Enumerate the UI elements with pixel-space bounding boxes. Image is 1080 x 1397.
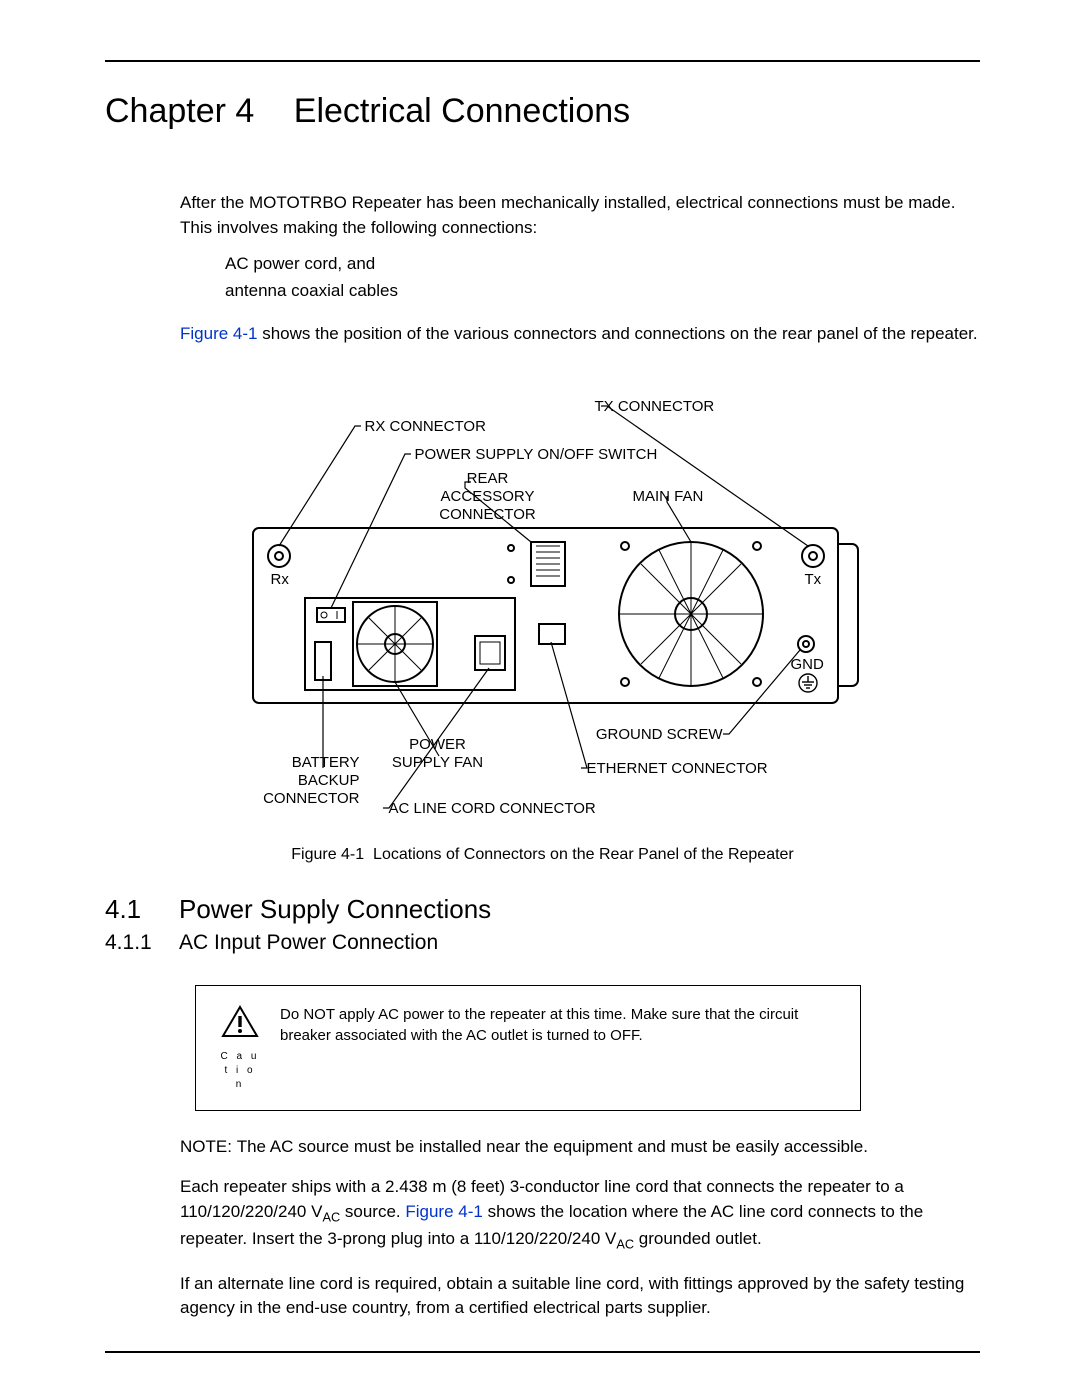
label-tx-connector: TX CONNECTOR bbox=[595, 398, 715, 416]
top-rule bbox=[105, 60, 980, 62]
caution-box: C a u t i o n Do NOT apply AC power to t… bbox=[195, 985, 861, 1111]
bottom-rule bbox=[105, 1351, 980, 1353]
intro-list: AC power cord, and antenna coaxial cable… bbox=[225, 252, 980, 303]
list-item: antenna coaxial cables bbox=[225, 279, 980, 304]
label-power-switch: POWER SUPPLY ON/OFF SWITCH bbox=[415, 446, 658, 464]
caution-label: C a u t i o n bbox=[218, 1050, 262, 1092]
label-tx: Tx bbox=[805, 571, 822, 589]
section-4-1-1-heading: 4.1.1AC Input Power Connection bbox=[105, 931, 980, 955]
body-p2: If an alternate line cord is required, o… bbox=[180, 1272, 980, 1321]
label-battery-backup: BATTERY BACKUP CONNECTOR bbox=[245, 754, 360, 808]
body-p1: Each repeater ships with a 2.438 m (8 fe… bbox=[180, 1175, 980, 1253]
section-4-1-heading: 4.1Power Supply Connections bbox=[105, 894, 980, 925]
chapter-name: Electrical Connections bbox=[294, 92, 630, 130]
label-ground-screw: GROUND SCREW bbox=[593, 726, 723, 744]
label-ac-line: AC LINE CORD CONNECTOR bbox=[389, 800, 596, 818]
figure-ref-link[interactable]: Figure 4-1 bbox=[405, 1202, 482, 1221]
intro-p2: Figure 4-1 shows the position of the var… bbox=[180, 322, 980, 347]
caution-text: Do NOT apply AC power to the repeater at… bbox=[280, 1004, 838, 1046]
label-main-fan: MAIN FAN bbox=[633, 488, 704, 506]
label-rx: Rx bbox=[271, 571, 289, 589]
chapter-label: Chapter 4 bbox=[105, 92, 254, 130]
figure-4-1: RX CONNECTOR POWER SUPPLY ON/OFF SWITCH … bbox=[193, 376, 893, 836]
figure-ref-link[interactable]: Figure 4-1 bbox=[180, 324, 257, 343]
label-ethernet: ETHERNET CONNECTOR bbox=[587, 760, 768, 778]
note-line: NOTE: The AC source must be installed ne… bbox=[180, 1137, 980, 1157]
caution-icon: C a u t i o n bbox=[218, 1004, 262, 1092]
figure-caption: Figure 4-1 Locations of Connectors on th… bbox=[105, 846, 980, 864]
list-item: AC power cord, and bbox=[225, 252, 980, 277]
ground-symbol-icon bbox=[797, 672, 819, 694]
intro-p1: After the MOTOTRBO Repeater has been mec… bbox=[180, 191, 980, 240]
label-psu-fan: POWER SUPPLY FAN bbox=[383, 736, 493, 772]
label-rear-accessory: REAR ACCESSORY CONNECTOR bbox=[433, 470, 543, 524]
chapter-title: Chapter 4 Electrical Connections bbox=[105, 92, 980, 131]
label-rx-connector: RX CONNECTOR bbox=[365, 418, 486, 436]
